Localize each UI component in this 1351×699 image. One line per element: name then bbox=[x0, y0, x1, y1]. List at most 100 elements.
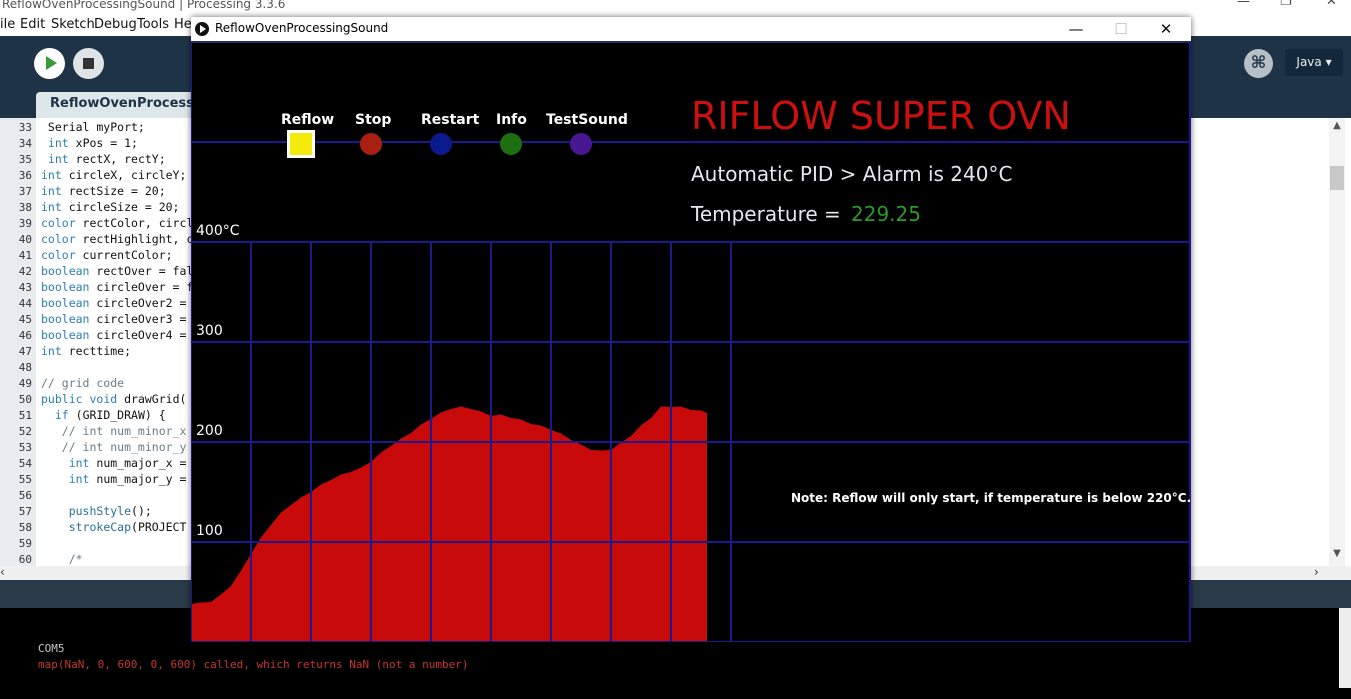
sketch-minimize-icon[interactable]: — bbox=[1054, 17, 1098, 41]
ide-titlebar: ReflowOvenProcessingSound | Processing 3… bbox=[0, 0, 1351, 14]
console-port-line: COM5 bbox=[38, 642, 65, 655]
testsound-button[interactable] bbox=[570, 133, 592, 155]
y-tick-100: 100 bbox=[196, 523, 223, 539]
file-tab[interactable]: ReflowOvenProcessingS bbox=[36, 92, 226, 118]
scroll-up-icon[interactable]: ▲ bbox=[1329, 120, 1345, 131]
temperature-label: Temperature = bbox=[691, 202, 841, 226]
code-line: // int num_minor_y bbox=[41, 440, 187, 454]
code-line: boolean circleOver2 = bbox=[41, 296, 187, 310]
info-button[interactable] bbox=[500, 133, 522, 155]
line-number: 56 bbox=[18, 489, 32, 502]
close-icon[interactable]: ✕ bbox=[1326, 0, 1337, 9]
ide-title: ReflowOvenProcessingSound | Processing 3… bbox=[2, 0, 286, 11]
line-number: 59 bbox=[18, 537, 32, 550]
code-line: Serial myPort; bbox=[41, 120, 145, 134]
debugger-icon[interactable]: ⌘ bbox=[1244, 49, 1273, 78]
mode-selector[interactable]: Java ▾ bbox=[1285, 49, 1343, 76]
sketch-window: ReflowOvenProcessingSound — ☐ ✕ Reflow S… bbox=[191, 17, 1191, 642]
code-line: strokeCap(PROJECT bbox=[68, 520, 187, 534]
console-scrollbar[interactable] bbox=[1339, 608, 1351, 688]
code-line: int circleSize = 20; bbox=[41, 200, 180, 214]
y-tick-300: 300 bbox=[196, 323, 223, 339]
info-button-label: Info bbox=[496, 112, 527, 128]
restart-button-label: Restart bbox=[421, 112, 480, 128]
line-number: 55 bbox=[18, 473, 32, 486]
temperature-value: 229.25 bbox=[851, 202, 921, 226]
line-number: 45 bbox=[18, 313, 32, 326]
line-number: 48 bbox=[18, 361, 32, 374]
line-number: 46 bbox=[18, 329, 32, 342]
restart-button[interactable] bbox=[430, 133, 452, 155]
code-line: int recttime; bbox=[41, 344, 132, 358]
scrollbar-thumb[interactable] bbox=[1330, 166, 1344, 190]
line-number: 54 bbox=[18, 457, 32, 470]
line-number: 52 bbox=[18, 425, 32, 438]
minimize-icon[interactable]: — bbox=[1237, 0, 1250, 9]
line-number: 58 bbox=[18, 521, 32, 534]
line-number: 36 bbox=[18, 169, 32, 182]
code-line: int rectX, rectY; bbox=[47, 152, 166, 166]
line-number: 33 bbox=[18, 121, 32, 134]
sketch-canvas: Reflow Stop Restart Info TestSound RIFLO… bbox=[191, 43, 1191, 642]
scroll-left-icon[interactable]: ‹ bbox=[0, 565, 5, 579]
menu-sketch[interactable]: Sketch bbox=[51, 17, 95, 32]
sketch-close-icon[interactable]: ✕ bbox=[1144, 17, 1188, 41]
sketch-window-titlebar: ReflowOvenProcessingSound — ☐ ✕ bbox=[191, 17, 1191, 43]
reflow-button[interactable] bbox=[287, 130, 315, 158]
code-line: color rectHighlight, c bbox=[41, 232, 194, 246]
app-heading: RIFLOW SUPER OVN bbox=[691, 94, 1071, 138]
code-line: public void drawGrid( bbox=[41, 392, 187, 406]
sketch-window-title: ReflowOvenProcessingSound bbox=[215, 21, 389, 35]
menu-file[interactable]: ile bbox=[0, 17, 15, 32]
code-line: boolean circleOver3 = bbox=[41, 312, 187, 326]
line-number: 47 bbox=[18, 345, 32, 358]
code-line: int num_major_x = bbox=[68, 456, 187, 470]
line-number: 43 bbox=[18, 281, 32, 294]
sketch-maximize-icon: ☐ bbox=[1114, 20, 1128, 38]
line-number: 35 bbox=[18, 153, 32, 166]
code-line: boolean rectOver = fal bbox=[41, 264, 194, 278]
stop-button[interactable] bbox=[360, 133, 382, 155]
stop-sketch-button[interactable] bbox=[73, 48, 104, 79]
code-line: pushStyle(); bbox=[68, 504, 152, 518]
console-error-line: map(NaN, 0, 600, 0, 600) called, which r… bbox=[38, 658, 469, 671]
line-number: 37 bbox=[18, 185, 32, 198]
run-button[interactable] bbox=[34, 48, 65, 79]
line-number: 57 bbox=[18, 505, 32, 518]
code-line: int rectSize = 20; bbox=[41, 184, 166, 198]
scroll-down-icon[interactable]: ▼ bbox=[1329, 548, 1345, 559]
code-line: int num_major_y = bbox=[68, 472, 187, 486]
menu-edit[interactable]: Edit bbox=[20, 17, 45, 32]
code-line: color currentColor; bbox=[41, 248, 173, 262]
code-line: // int num_minor_x bbox=[41, 424, 187, 438]
menu-debug[interactable]: Debug bbox=[94, 17, 137, 32]
line-number: 51 bbox=[18, 409, 32, 422]
reflow-note: Note: Reflow will only start, if tempera… bbox=[791, 491, 1192, 505]
menu-help[interactable]: He bbox=[174, 17, 192, 32]
code-line: boolean circleOver4 = bbox=[41, 328, 187, 342]
code-line: /* bbox=[41, 552, 83, 566]
code-line: // grid code bbox=[41, 376, 125, 390]
editor-vertical-scrollbar[interactable]: ▲ ▼ bbox=[1329, 118, 1345, 566]
line-number: 34 bbox=[18, 137, 32, 150]
line-number: 41 bbox=[18, 249, 32, 262]
line-number: 38 bbox=[18, 201, 32, 214]
line-number: 44 bbox=[18, 297, 32, 310]
code-line: if (GRID_DRAW) { bbox=[54, 408, 166, 422]
line-number: 49 bbox=[18, 377, 32, 390]
code-line: int circleX, circleY; bbox=[41, 168, 187, 182]
line-number: 42 bbox=[18, 265, 32, 278]
maximize-icon[interactable]: ❐ bbox=[1280, 0, 1292, 9]
testsound-button-label: TestSound bbox=[546, 112, 628, 128]
line-number: 39 bbox=[18, 217, 32, 230]
stop-button-label: Stop bbox=[355, 112, 392, 128]
line-number: 50 bbox=[18, 393, 32, 406]
scroll-right-icon[interactable]: › bbox=[1314, 565, 1319, 579]
alarm-text: Automatic PID > Alarm is 240°C bbox=[691, 162, 1013, 186]
processing-app-icon bbox=[195, 22, 209, 36]
menu-tools[interactable]: Tools bbox=[137, 17, 169, 32]
code-line: int xPos = 1; bbox=[47, 136, 138, 150]
line-number: 53 bbox=[18, 441, 32, 454]
y-tick-200: 200 bbox=[196, 423, 223, 439]
reflow-button-label: Reflow bbox=[281, 112, 335, 128]
